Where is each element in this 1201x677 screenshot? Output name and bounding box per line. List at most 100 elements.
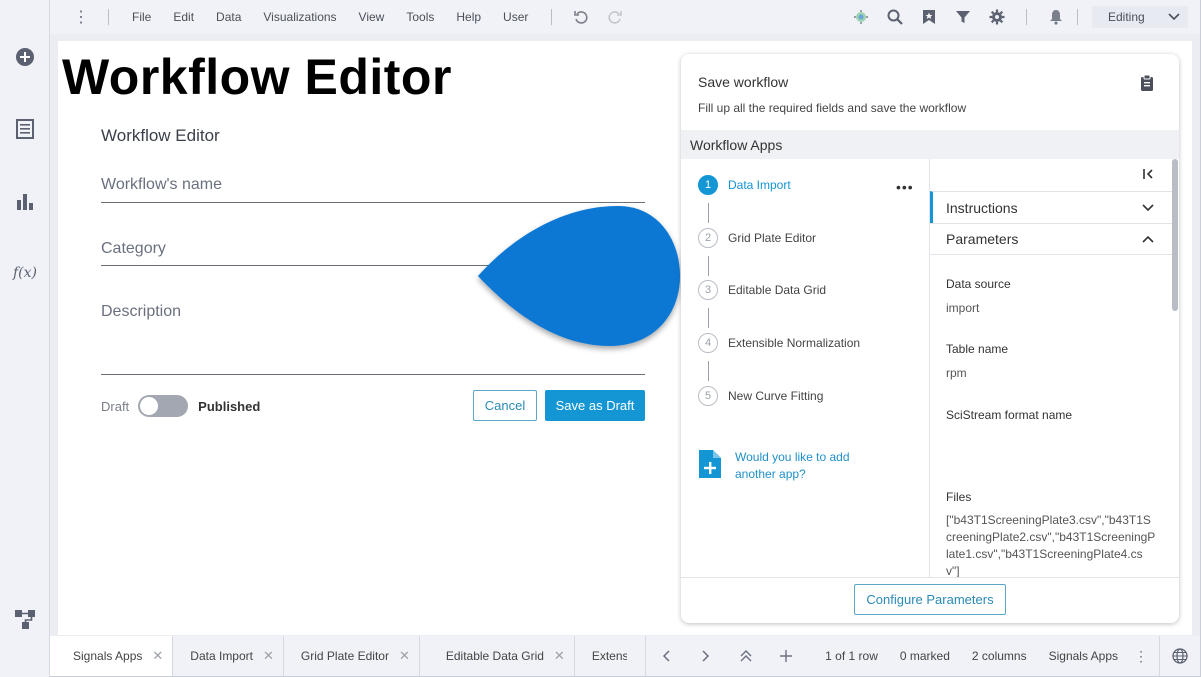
parameters-pane: Instructions Parameters Data source impo…	[930, 159, 1179, 578]
published-label: Published	[198, 398, 261, 414]
menu-user[interactable]: User	[492, 10, 539, 24]
bottom-tab-bar: Signals Apps ✕ Data Import ✕ Grid Plate …	[50, 636, 1200, 676]
clipboard-icon[interactable]	[1139, 74, 1157, 92]
menu-edit[interactable]: Edit	[162, 10, 205, 24]
filter-icon[interactable]	[946, 9, 980, 25]
step-editable-data-grid[interactable]: 3 Editable Data Grid	[698, 279, 826, 301]
toggle-knob	[140, 397, 159, 415]
step-label: Grid Plate Editor	[728, 231, 817, 245]
notifications-bell-icon[interactable]	[1039, 9, 1073, 25]
close-icon[interactable]: ✕	[554, 648, 565, 664]
step-number: 3	[698, 280, 718, 300]
tab-extensible-normalization[interactable]: Extensi	[575, 636, 627, 676]
left-rail: f(x)	[0, 0, 50, 677]
menubar-divider	[108, 9, 109, 25]
collapse-panel-icon[interactable]	[1141, 167, 1155, 181]
step-connector	[708, 361, 709, 381]
tab-data-import[interactable]: Data Import ✕	[173, 636, 284, 676]
chevron-down-icon	[1142, 203, 1154, 211]
bookmark-star-icon[interactable]	[912, 9, 946, 25]
add-app-text: Would you like to add another app?	[735, 450, 850, 481]
mode-select-value: Editing	[1108, 10, 1145, 24]
function-icon[interactable]: f(x)	[12, 260, 38, 286]
redo-icon[interactable]	[598, 9, 632, 25]
panel-subtitle: Fill up all the required fields and save…	[698, 101, 967, 115]
status-area: 1 of 1 row 0 marked 2 columns Signals Ap…	[645, 636, 1200, 676]
parameters-scrollbar[interactable]	[1172, 159, 1178, 577]
panel-title: Save workflow	[698, 74, 789, 90]
search-icon[interactable]	[878, 9, 912, 25]
menu-data[interactable]: Data	[205, 10, 252, 24]
scrollbar-thumb[interactable]	[1172, 159, 1178, 311]
add-tab-icon[interactable]	[766, 650, 806, 662]
close-icon[interactable]: ✕	[263, 648, 274, 664]
menu-view[interactable]: View	[348, 10, 396, 24]
add-app-link[interactable]: Would you like to add another app?	[698, 449, 865, 483]
step-extensible-normalization[interactable]: 4 Extensible Normalization	[698, 332, 860, 354]
step-grid-plate-editor[interactable]: 2 Grid Plate Editor	[698, 227, 816, 249]
chevron-left-icon[interactable]	[646, 650, 686, 662]
row-count: 1 of 1 row	[825, 649, 878, 663]
page-title: Workflow Editor	[62, 49, 452, 105]
add-icon[interactable]	[12, 44, 38, 70]
tab-editable-data-grid[interactable]: Editable Data Grid ✕	[420, 636, 575, 676]
step-more-icon[interactable]: •••	[896, 179, 914, 195]
current-app-label: Signals Apps	[1048, 649, 1118, 663]
instructions-accordion[interactable]: Instructions	[930, 191, 1172, 223]
tab-label: Editable Data Grid	[445, 649, 544, 663]
parameters-accordion[interactable]: Parameters	[930, 223, 1172, 255]
tab-grid-plate-editor[interactable]: Grid Plate Editor ✕	[284, 636, 420, 676]
step-new-curve-fitting[interactable]: 5 New Curve Fitting	[698, 385, 823, 407]
globe-icon[interactable]	[1160, 648, 1200, 664]
workflow-apps-header: Workflow Apps	[681, 130, 1179, 159]
menu-file[interactable]: File	[121, 10, 162, 24]
data-table-icon[interactable]	[12, 116, 38, 142]
param-label-table-name: Table name	[946, 342, 1009, 356]
undo-icon[interactable]	[564, 9, 598, 25]
param-label-files: Files	[946, 490, 972, 504]
cancel-button[interactable]: Cancel	[473, 390, 537, 421]
menubar-divider	[551, 9, 553, 25]
save-workflow-panel: Save workflow Fill up all the required f…	[681, 54, 1179, 623]
settings-gear-icon[interactable]	[980, 9, 1014, 25]
panel-footer-divider	[681, 577, 1179, 578]
publish-toggle[interactable]	[138, 395, 189, 417]
workflow-name-field[interactable]: Workflow's name	[101, 176, 645, 203]
draft-label: Draft	[101, 398, 130, 414]
teardrop-shape	[478, 206, 680, 346]
workflow-steps: 1 Data Import ••• 2 Grid Plate Editor 3 …	[681, 159, 929, 577]
menu-help[interactable]: Help	[445, 10, 492, 24]
chevron-up-icon	[1142, 235, 1154, 243]
step-label: Extensible Normalization	[728, 336, 861, 350]
param-value-table-name: rpm	[946, 366, 967, 380]
menubar-divider	[1077, 9, 1078, 25]
step-connector	[708, 256, 709, 276]
chevron-right-icon[interactable]	[686, 650, 726, 662]
form-heading: Workflow Editor	[101, 126, 220, 145]
instructions-label: Instructions	[946, 199, 1018, 216]
main-menu-icon[interactable]: ⋮	[66, 7, 96, 27]
menu-tools[interactable]: Tools	[395, 10, 445, 24]
close-icon[interactable]: ✕	[399, 648, 410, 664]
more-options-icon[interactable]: ⋮	[1129, 648, 1153, 665]
bar-chart-icon[interactable]	[12, 188, 38, 214]
step-connector	[708, 308, 709, 328]
workflow-icon[interactable]	[12, 606, 38, 632]
marked-count: 0 marked	[899, 649, 950, 663]
menu-visualizations[interactable]: Visualizations	[252, 10, 347, 24]
param-value-data-source: import	[946, 301, 980, 315]
add-file-icon	[699, 450, 721, 478]
mode-select[interactable]: Editing	[1092, 6, 1188, 28]
step-data-import[interactable]: 1 Data Import	[698, 174, 791, 196]
tab-label: Signals Apps	[73, 649, 143, 663]
expand-up-icon[interactable]	[726, 650, 766, 662]
tab-label: Grid Plate Editor	[300, 649, 389, 663]
tab-label: Data Import	[190, 649, 253, 663]
configure-parameters-button[interactable]: Configure Parameters	[854, 584, 1006, 615]
close-icon[interactable]: ✕	[152, 648, 163, 664]
ai-sparkle-icon[interactable]	[844, 9, 878, 25]
save-as-draft-button[interactable]: Save as Draft	[545, 390, 645, 421]
tab-signals-apps[interactable]: Signals Apps ✕	[50, 636, 174, 676]
column-count: 2 columns	[971, 649, 1027, 663]
menubar-divider	[1026, 9, 1027, 25]
